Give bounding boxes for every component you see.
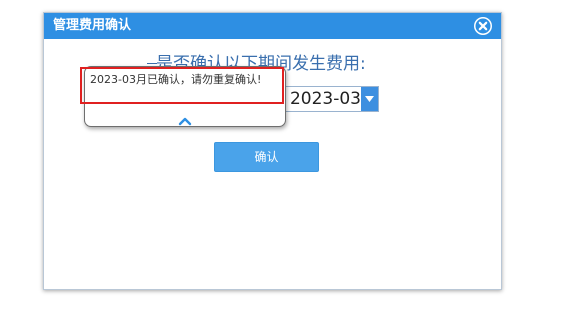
- expense-confirm-dialog: 管理费用确认 是否确认以下期间发生费用: 2023-03 确认: [43, 12, 502, 290]
- confirm-button[interactable]: 确认: [214, 142, 319, 172]
- chevron-up-icon: [178, 117, 192, 126]
- tooltip-collapse-button[interactable]: [178, 111, 192, 126]
- chevron-down-icon: [365, 96, 374, 102]
- close-icon: [475, 18, 491, 34]
- dialog-titlebar: 管理费用确认: [44, 13, 501, 39]
- dialog-title: 管理费用确认: [53, 18, 132, 33]
- close-button[interactable]: [474, 17, 492, 35]
- highlight-box: [80, 67, 284, 104]
- period-dropdown-button[interactable]: [361, 87, 378, 111]
